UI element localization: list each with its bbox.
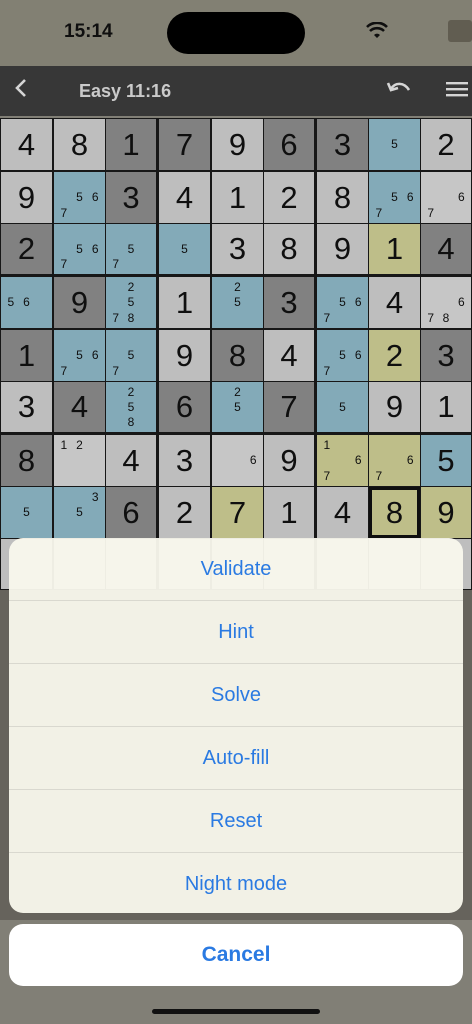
reset-button[interactable]: Reset [9, 790, 463, 853]
action-sheet: Validate Hint Solve Auto-fill Reset Nigh… [9, 538, 463, 913]
hint-button[interactable]: Hint [9, 601, 463, 664]
validate-button[interactable]: Validate [9, 538, 463, 601]
night-mode-button[interactable]: Night mode [9, 853, 463, 913]
home-indicator [152, 1009, 320, 1014]
solve-button[interactable]: Solve [9, 664, 463, 727]
auto-fill-button[interactable]: Auto-fill [9, 727, 463, 790]
cancel-button[interactable]: Cancel [9, 924, 463, 986]
